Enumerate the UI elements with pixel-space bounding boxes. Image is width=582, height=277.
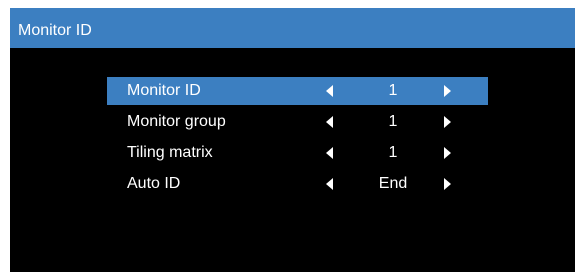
triangle-left-icon[interactable]	[326, 116, 333, 128]
osd-window: Monitor ID Monitor ID 1 Monitor group 1 …	[10, 8, 575, 272]
settings-menu: Monitor ID 1 Monitor group 1 Tiling matr…	[107, 77, 488, 201]
row-label: Monitor group	[127, 113, 226, 130]
triangle-right-icon[interactable]	[444, 116, 451, 128]
row-value: 1	[388, 113, 398, 130]
triangle-right-icon[interactable]	[444, 178, 451, 190]
triangle-left-icon[interactable]	[326, 85, 333, 97]
row-label: Auto ID	[127, 175, 181, 192]
menu-row-monitor-id[interactable]: Monitor ID 1	[107, 77, 488, 105]
row-label: Tiling matrix	[127, 144, 213, 161]
menu-row-monitor-group[interactable]: Monitor group 1	[107, 108, 488, 136]
menu-row-tiling-matrix[interactable]: Tiling matrix 1	[107, 139, 488, 167]
osd-header: Monitor ID	[10, 8, 575, 48]
triangle-right-icon[interactable]	[444, 147, 451, 159]
page-title: Monitor ID	[18, 22, 92, 39]
triangle-left-icon[interactable]	[326, 147, 333, 159]
triangle-left-icon[interactable]	[326, 178, 333, 190]
triangle-right-icon[interactable]	[444, 85, 451, 97]
row-label: Monitor ID	[127, 82, 201, 99]
row-value: 1	[388, 144, 398, 161]
row-value: End	[378, 175, 408, 192]
row-value: 1	[388, 82, 398, 99]
menu-row-auto-id[interactable]: Auto ID End	[107, 170, 488, 198]
